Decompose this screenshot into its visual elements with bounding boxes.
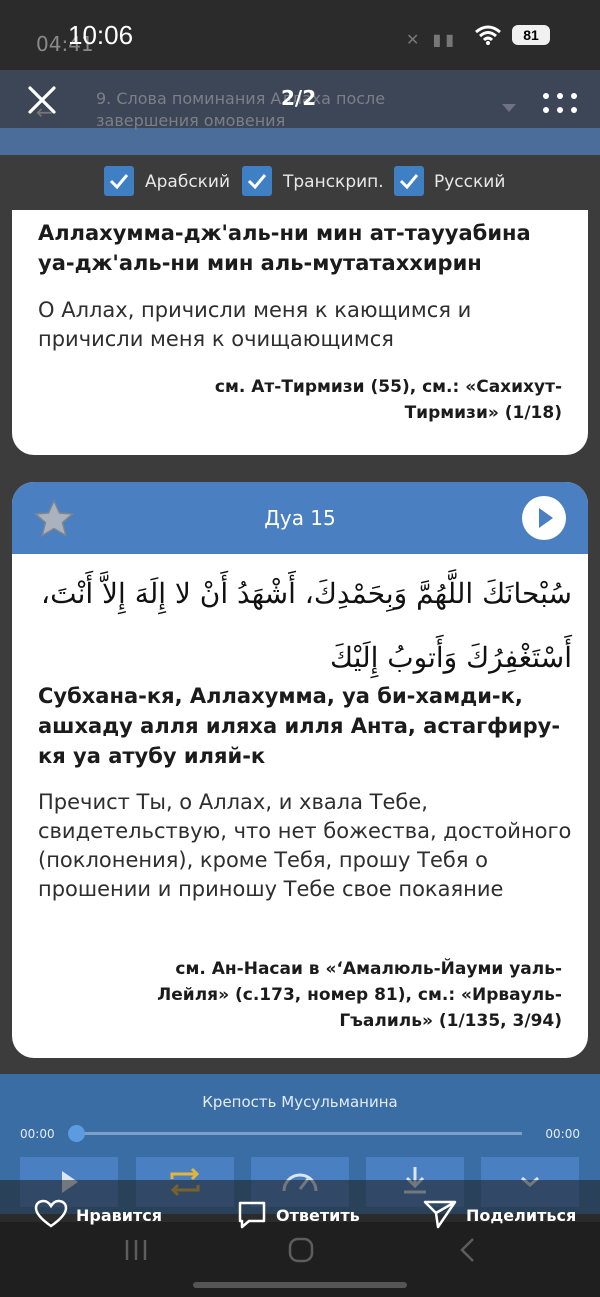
close-icon[interactable] xyxy=(26,84,58,116)
dua-card: Дуа 15 سُبْحانَكَ اللَّهُمَّ وَبِحَمْدِك… xyxy=(12,482,588,1058)
check-icon xyxy=(247,174,267,190)
wifi-icon xyxy=(475,25,501,45)
player-seek-track[interactable] xyxy=(76,1132,522,1135)
checkbox-label-arabic: Арабский xyxy=(145,172,231,192)
back-icon[interactable] xyxy=(456,1236,478,1264)
play-audio-button[interactable] xyxy=(522,496,566,540)
checkbox-transcription[interactable] xyxy=(242,166,272,196)
dua-card-previous: Аллахумма-дж'аль-ни мин ат-таууабина уа-… xyxy=(12,210,588,455)
transliteration-text: Аллахумма-дж'аль-ни мин ат-таууабина уа-… xyxy=(38,221,531,275)
source-reference: см. Ан-Насаи в «‘Амалюль-Йауми уаль-Лейл… xyxy=(157,959,562,1031)
app-bar-stripe xyxy=(0,128,600,155)
translation-text: Пречист Ты, о Аллах, и хвала Тебе, свиде… xyxy=(38,790,572,901)
more-menu-icon[interactable] xyxy=(540,90,580,120)
story-counter: 2/2 xyxy=(281,86,317,110)
checkbox-label-russian: Русский xyxy=(434,172,506,192)
checkbox-label-transcription: Транскрип. xyxy=(283,172,384,192)
source-reference: см. Ат-Тирмизи (55), см.: «Сахихут-Тирми… xyxy=(214,377,562,423)
status-time: 10:06 xyxy=(68,20,134,50)
player-time-end: 00:00 xyxy=(545,1127,580,1141)
checkbox-russian[interactable] xyxy=(394,166,424,196)
check-icon xyxy=(109,174,129,190)
player-time-start: 00:00 xyxy=(20,1127,55,1141)
battery-indicator: 81 xyxy=(512,25,550,45)
share-label[interactable]: Поделиться xyxy=(466,1206,576,1225)
share-send-icon[interactable] xyxy=(422,1198,458,1230)
heart-icon[interactable] xyxy=(34,1199,68,1229)
player-title: Крепость Мусульманина xyxy=(202,1093,398,1111)
recent-apps-icon[interactable] xyxy=(122,1236,150,1264)
reply-label[interactable]: Ответить xyxy=(276,1206,360,1225)
arabic-text: سُبْحانَكَ اللَّهُمَّ وَبِحَمْدِكَ، أَشْ… xyxy=(41,577,572,674)
translation-text: О Аллах, причисли меня к кающимся и прич… xyxy=(38,298,472,351)
checkbox-arabic[interactable] xyxy=(104,166,134,196)
player-seek-handle[interactable] xyxy=(68,1125,85,1142)
check-icon xyxy=(399,174,419,190)
dua-title: Дуа 15 xyxy=(264,506,336,530)
mute-signal-icon: ✕ ▮▮ xyxy=(406,30,459,49)
play-icon xyxy=(539,508,553,528)
chevron-down-icon[interactable] xyxy=(502,104,516,112)
transliteration-text: Субхана-кя, Аллахумма, уа би-хамди-к, аш… xyxy=(38,684,561,768)
comment-icon[interactable] xyxy=(236,1199,268,1231)
like-label[interactable]: Нравится xyxy=(76,1206,162,1225)
home-icon[interactable] xyxy=(287,1236,315,1264)
home-indicator xyxy=(193,1282,407,1288)
